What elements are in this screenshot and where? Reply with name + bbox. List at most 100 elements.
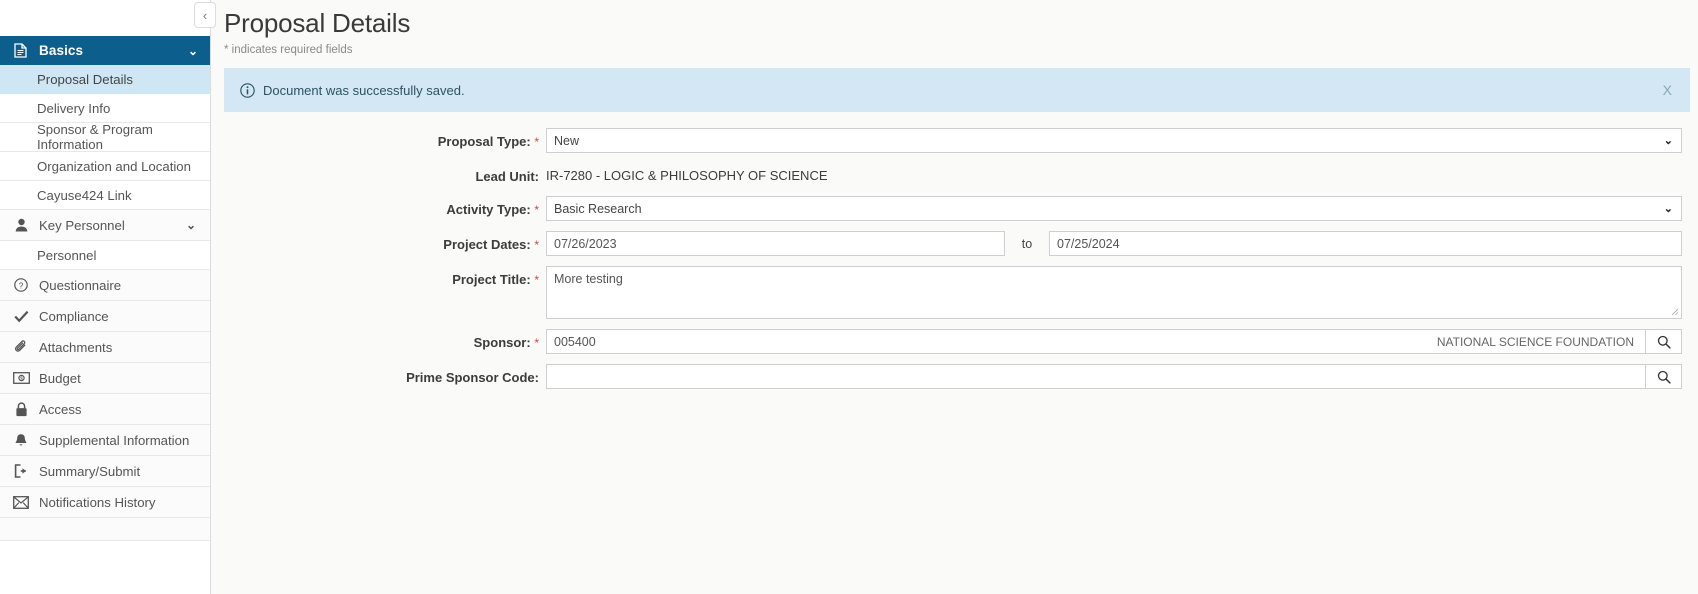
alert-close-button[interactable]: X bbox=[1659, 82, 1676, 98]
search-icon bbox=[1657, 370, 1671, 384]
prime-sponsor-code-label-text: Prime Sponsor Code: bbox=[406, 370, 539, 385]
sidebar-group-basics[interactable]: Basics ⌄ bbox=[0, 36, 210, 65]
sponsor-label-text: Sponsor: bbox=[473, 335, 531, 350]
project-title-label-text: Project Title: bbox=[452, 272, 531, 287]
prime-sponsor-code-control bbox=[546, 364, 1690, 389]
proposal-details-app: Basics ⌄ Proposal Details Delivery Info … bbox=[0, 0, 1698, 594]
field-row-prime-sponsor-code: Prime Sponsor Code: bbox=[211, 364, 1690, 389]
field-row-proposal-type: Proposal Type: * New ⌄ bbox=[211, 128, 1690, 153]
sidebar-top-spacer bbox=[0, 0, 210, 36]
activity-type-select[interactable]: Basic Research ⌄ bbox=[546, 196, 1682, 221]
sidebar-item-label: Delivery Info bbox=[37, 100, 111, 116]
sidebar-item-supplemental-information[interactable]: Supplemental Information bbox=[0, 425, 210, 456]
sidebar-item-label: Personnel bbox=[37, 247, 97, 263]
sidebar-item-questionnaire[interactable]: ? Questionnaire bbox=[0, 270, 210, 301]
sidebar-item-compliance[interactable]: Compliance bbox=[0, 301, 210, 332]
proposal-type-value: New bbox=[554, 133, 580, 148]
sidebar-item-cayuse424-link[interactable]: Cayuse424 Link bbox=[0, 181, 210, 210]
resize-grip-icon[interactable] bbox=[1669, 306, 1680, 317]
project-dates-control: 07/26/2023 to 07/25/2024 bbox=[546, 231, 1690, 256]
proposal-details-form: Proposal Type: * New ⌄ Lead Unit: IR-728… bbox=[211, 128, 1698, 389]
page-header: Proposal Details * indicates required fi… bbox=[211, 0, 1698, 64]
sidebar-item-personnel[interactable]: Personnel bbox=[0, 241, 210, 270]
sidebar-item-attachments[interactable]: Attachments bbox=[0, 332, 210, 363]
check-icon bbox=[11, 310, 31, 323]
project-start-date-input[interactable]: 07/26/2023 bbox=[546, 231, 1005, 256]
sidebar-item-budget[interactable]: $ Budget bbox=[0, 363, 210, 394]
sidebar-item-label: Access bbox=[39, 401, 82, 417]
prime-sponsor-code-input[interactable] bbox=[546, 364, 1645, 389]
project-dates-separator: to bbox=[1021, 237, 1033, 251]
sidebar-bottom-spacer bbox=[0, 518, 210, 541]
sidebar-item-label: Budget bbox=[39, 370, 81, 386]
sidebar-collapse-button[interactable]: ‹ bbox=[194, 2, 216, 28]
sponsor-code-input[interactable]: 005400 NATIONAL SCIENCE FOUNDATION bbox=[546, 329, 1645, 354]
paperclip-icon bbox=[11, 340, 31, 354]
lead-unit-label: Lead Unit: bbox=[211, 163, 546, 184]
sidebar-navigation: Basics ⌄ Proposal Details Delivery Info … bbox=[0, 0, 211, 594]
field-row-lead-unit: Lead Unit: IR-7280 - LOGIC & PHILOSOPHY … bbox=[211, 163, 1690, 184]
activity-type-label: Activity Type: * bbox=[211, 196, 546, 217]
field-row-activity-type: Activity Type: * Basic Research ⌄ bbox=[211, 196, 1690, 221]
sign-out-icon bbox=[11, 464, 31, 478]
page-title: Proposal Details bbox=[224, 8, 411, 38]
sidebar-item-label: Compliance bbox=[39, 308, 109, 324]
required-asterisk: * bbox=[534, 135, 539, 149]
sponsor-name-text: NATIONAL SCIENCE FOUNDATION bbox=[1436, 334, 1634, 349]
project-title-control: More testing bbox=[546, 266, 1690, 319]
project-dates-label-text: Project Dates: bbox=[443, 237, 531, 252]
prime-sponsor-lookup-button[interactable] bbox=[1645, 364, 1682, 389]
lock-icon bbox=[11, 401, 31, 417]
project-title-textarea[interactable]: More testing bbox=[546, 266, 1682, 319]
sidebar-item-access[interactable]: Access bbox=[0, 394, 210, 425]
sponsor-code-value: 005400 bbox=[554, 334, 596, 349]
svg-text:?: ? bbox=[19, 280, 24, 290]
chevron-down-icon: ⌄ bbox=[185, 218, 196, 232]
person-icon bbox=[11, 218, 31, 232]
sidebar-item-delivery-info[interactable]: Delivery Info bbox=[0, 94, 210, 123]
field-row-project-dates: Project Dates: * 07/26/2023 to 07/25/202… bbox=[211, 231, 1690, 256]
sidebar-group-key-personnel[interactable]: Key Personnel ⌄ bbox=[0, 210, 210, 241]
required-asterisk: * bbox=[534, 273, 539, 287]
sidebar-item-label: Sponsor & Program Information bbox=[37, 122, 153, 152]
proposal-type-label-text: Proposal Type: bbox=[437, 134, 531, 149]
bell-icon bbox=[11, 433, 31, 448]
project-title-value: More testing bbox=[554, 272, 623, 286]
sidebar-item-label: Summary/Submit bbox=[39, 463, 141, 479]
proposal-type-label: Proposal Type: * bbox=[211, 128, 546, 149]
sidebar-item-notifications-history[interactable]: Notifications History bbox=[0, 487, 210, 518]
envelope-icon bbox=[11, 495, 31, 509]
sidebar-item-label: Proposal Details bbox=[37, 71, 134, 87]
chevron-down-icon: ⌄ bbox=[187, 43, 198, 58]
chevron-left-icon: ‹ bbox=[202, 7, 208, 23]
document-icon bbox=[11, 43, 29, 58]
sponsor-lookup-button[interactable] bbox=[1645, 329, 1682, 354]
prime-sponsor-lookup-wrap bbox=[546, 364, 1682, 389]
sponsor-lookup-wrap: 005400 NATIONAL SCIENCE FOUNDATION bbox=[546, 329, 1682, 354]
sidebar-item-sponsor-program-information[interactable]: Sponsor & Program Information bbox=[0, 122, 210, 152]
sidebar-item-summary-submit[interactable]: Summary/Submit bbox=[0, 456, 210, 487]
sidebar-group-basics-label: Basics bbox=[39, 43, 84, 58]
search-icon bbox=[1657, 335, 1671, 349]
project-title-label: Project Title: * bbox=[211, 266, 546, 287]
sponsor-control: 005400 NATIONAL SCIENCE FOUNDATION bbox=[546, 329, 1690, 354]
sidebar-item-label: Attachments bbox=[39, 339, 113, 355]
activity-type-control: Basic Research ⌄ bbox=[546, 196, 1690, 221]
sidebar-item-label: Supplemental Information bbox=[39, 432, 190, 448]
required-asterisk: * bbox=[534, 238, 539, 252]
lead-unit-label-text: Lead Unit: bbox=[475, 169, 539, 184]
required-fields-note: * indicates required fields bbox=[224, 44, 353, 56]
sidebar-item-proposal-details[interactable]: Proposal Details bbox=[0, 65, 210, 94]
sidebar-item-label: Questionnaire bbox=[39, 277, 122, 293]
sponsor-label: Sponsor: * bbox=[211, 329, 546, 350]
chevron-down-icon: ⌄ bbox=[1663, 203, 1673, 215]
alert-message: Document was successfully saved. bbox=[263, 82, 465, 98]
required-asterisk: * bbox=[534, 336, 539, 350]
field-row-sponsor: Sponsor: * 005400 NATIONAL SCIENCE FOUND… bbox=[211, 329, 1690, 354]
sidebar-item-label: Notifications History bbox=[39, 494, 156, 510]
proposal-type-select[interactable]: New ⌄ bbox=[546, 128, 1682, 153]
sidebar-item-organization-and-location[interactable]: Organization and Location bbox=[0, 152, 210, 181]
lead-unit-control: IR-7280 - LOGIC & PHILOSOPHY OF SCIENCE bbox=[546, 163, 1690, 183]
project-end-date-input[interactable]: 07/25/2024 bbox=[1049, 231, 1682, 256]
main-content: Proposal Details * indicates required fi… bbox=[211, 0, 1698, 594]
